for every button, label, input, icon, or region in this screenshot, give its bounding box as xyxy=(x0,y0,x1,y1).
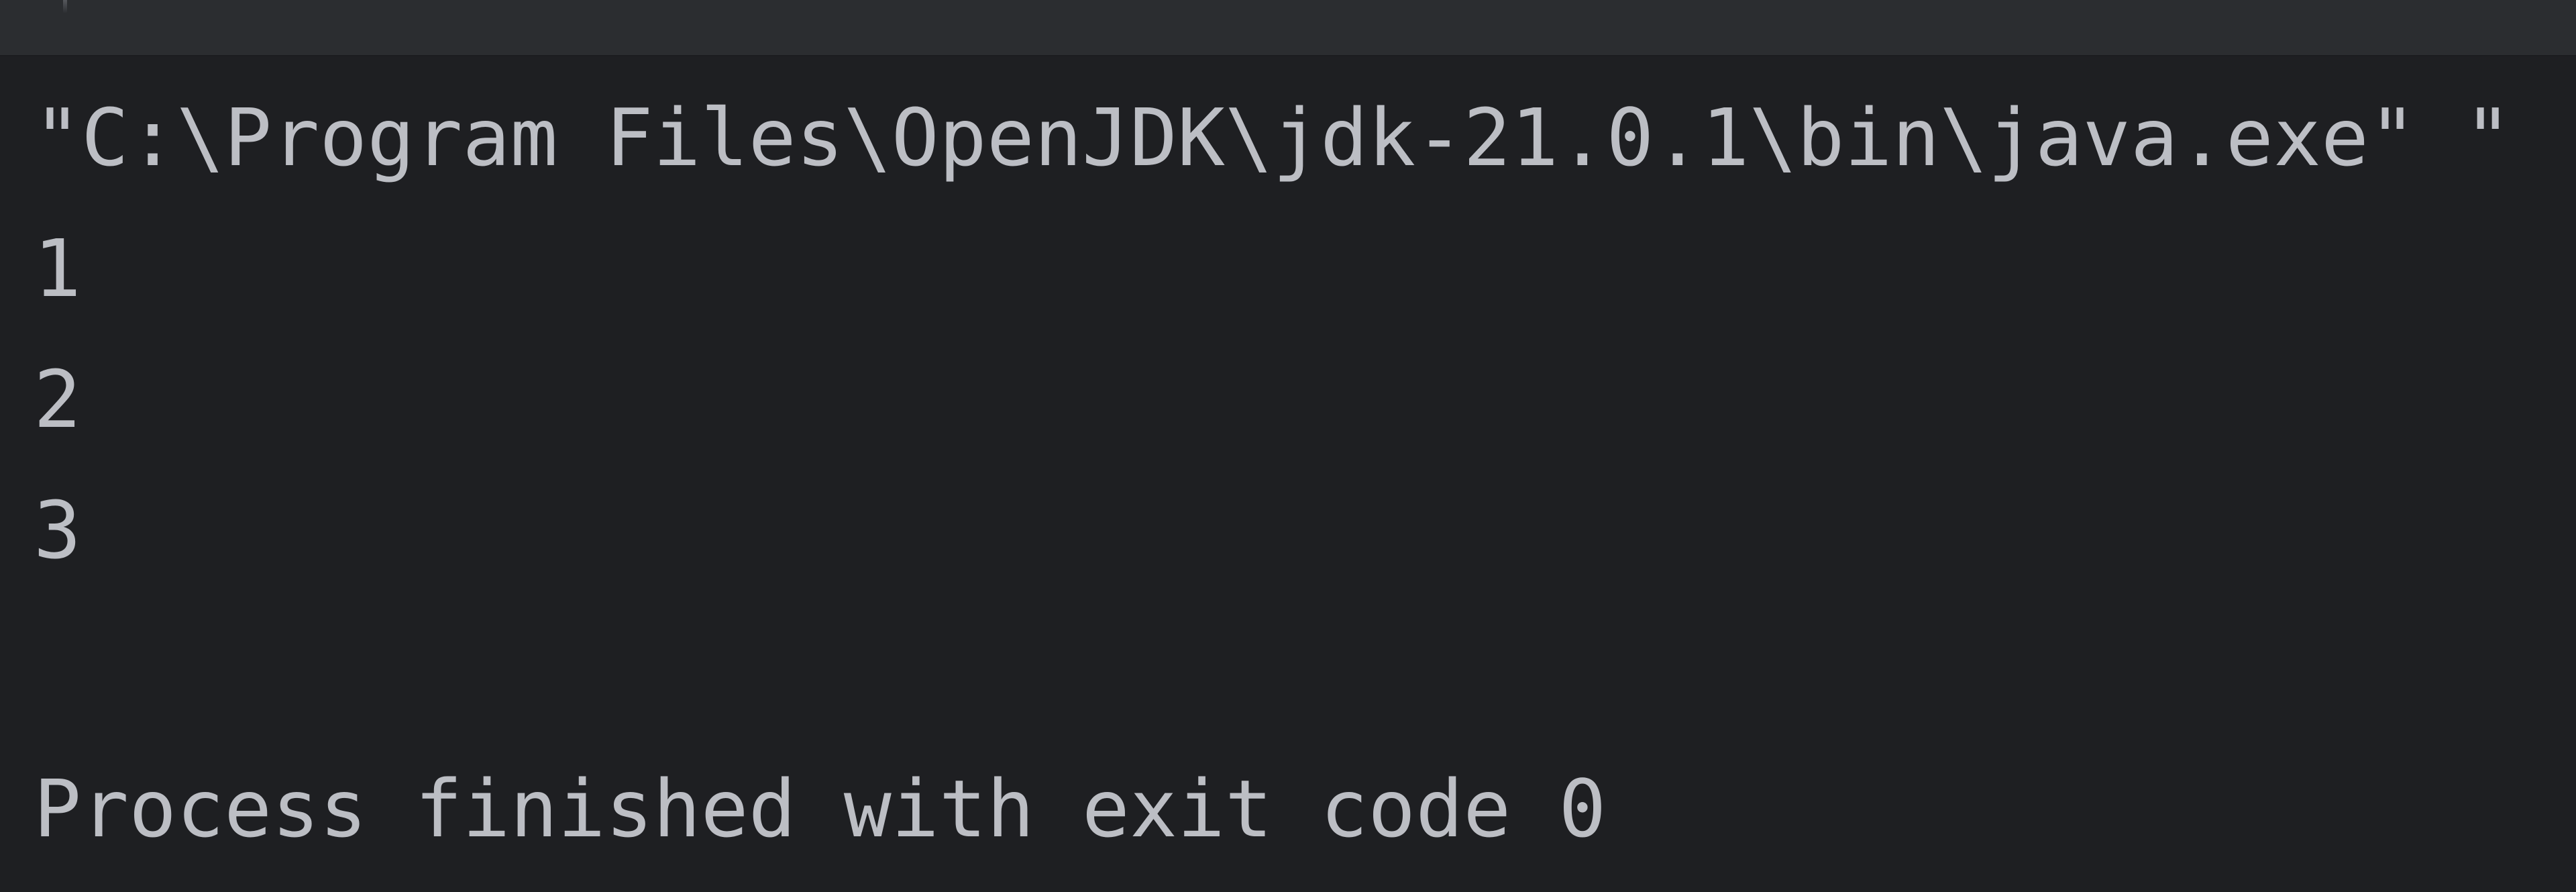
console-line-command: "C:\Program Files\OpenJDK\jdk-21.0.1\bin… xyxy=(34,91,2512,184)
console-toolbar xyxy=(0,0,2576,56)
console-line-exit-status: Process finished with exit code 0 xyxy=(34,762,1607,855)
run-console-output[interactable]: "C:\Program Files\OpenJDK\jdk-21.0.1\bin… xyxy=(0,56,2576,892)
toolbar-divider xyxy=(63,0,67,13)
console-line-output: 3 xyxy=(34,484,82,577)
console-line-output: 2 xyxy=(34,353,82,446)
console-line-output: 1 xyxy=(34,222,82,315)
